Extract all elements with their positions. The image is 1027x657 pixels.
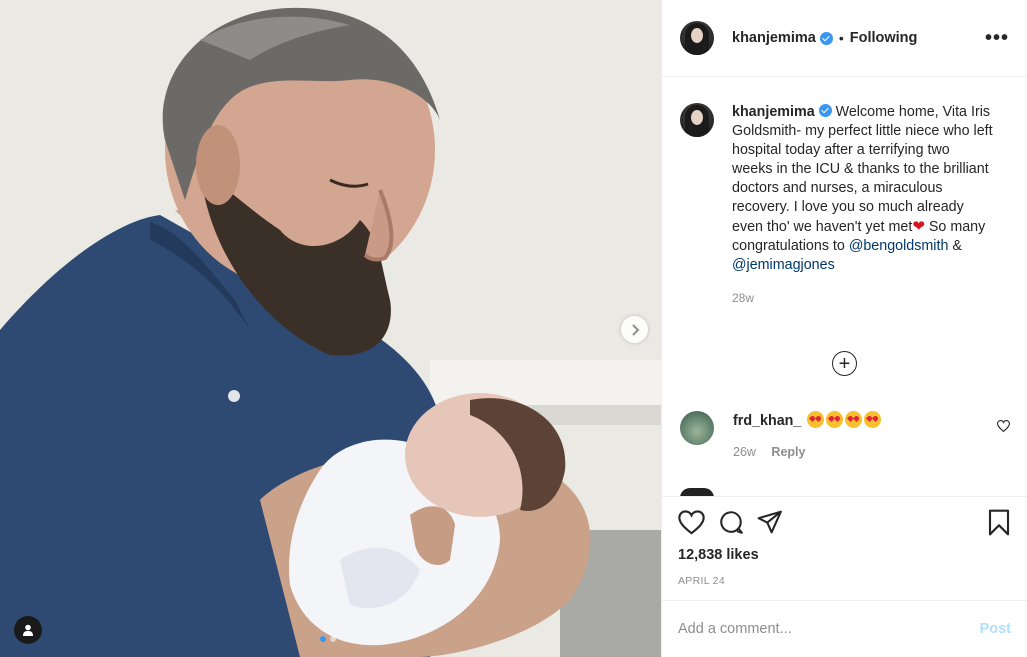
heart-eyes-emoji (826, 411, 844, 428)
post-date[interactable]: APRIL 24 (678, 575, 1011, 587)
caption-username[interactable]: khanjemima (732, 104, 815, 120)
author-username[interactable]: khanjemima (732, 30, 816, 46)
next-photo-button[interactable] (621, 316, 648, 343)
heart-emoji: ❤ (912, 218, 925, 235)
carousel-indicator (320, 636, 336, 642)
comment-body: frd_khan_ 26w Reply (733, 411, 882, 459)
author-avatar[interactable] (680, 21, 714, 55)
comment-timestamp[interactable]: 26w (733, 445, 756, 459)
caption-body: khanjemima Welcome home, Vita Iris Golds… (732, 103, 994, 308)
post-comment-button[interactable]: Post (980, 621, 1011, 637)
next-comment-avatar (680, 488, 714, 496)
following-button[interactable]: Following (850, 30, 918, 46)
comment-item: frd_khan_ 26w Reply (680, 411, 1011, 459)
caption-timestamp[interactable]: 28w (732, 289, 994, 308)
comment-icon (720, 511, 743, 534)
separator-dot: • (838, 30, 844, 46)
post-photo[interactable] (0, 0, 661, 657)
comments-section[interactable]: khanjemima Welcome home, Vita Iris Golds… (662, 78, 1027, 496)
heart-icon (996, 420, 1011, 433)
add-comment-bar: Post (662, 600, 1027, 657)
user-icon (23, 624, 33, 636)
likes-count[interactable]: 12,838 likes (678, 547, 1011, 563)
carousel-dot (320, 636, 326, 642)
post-image (0, 0, 661, 657)
mention-link[interactable]: @bengoldsmith (849, 238, 949, 254)
more-options-icon[interactable]: ••• (985, 28, 1009, 48)
mention-link[interactable]: @jemimagjones (732, 257, 835, 273)
post-panel: khanjemima • Following ••• khanjemima We… (661, 0, 1027, 657)
share-button[interactable] (757, 510, 783, 534)
verified-icon (819, 31, 833, 45)
caption-text: Welcome home, Vita Iris Goldsmith- my pe… (732, 104, 993, 235)
caption-text-3: & (948, 238, 962, 254)
post-actions: 12,838 likes APRIL 24 (662, 496, 1027, 587)
heart-eyes-emoji (807, 411, 825, 428)
caption-avatar[interactable] (680, 103, 714, 137)
load-more-comments-button[interactable]: + (832, 351, 857, 376)
action-bar (678, 497, 1011, 547)
reply-button[interactable]: Reply (771, 445, 805, 459)
paper-plane-icon (757, 510, 782, 534)
like-button[interactable] (678, 509, 705, 535)
comment-button[interactable] (718, 509, 744, 535)
save-button[interactable] (987, 509, 1011, 536)
carousel-dot (330, 636, 336, 642)
verified-icon (818, 104, 832, 117)
comment-like-button[interactable] (996, 419, 1011, 437)
comment-meta: 26w Reply (733, 445, 881, 459)
caption: khanjemima Welcome home, Vita Iris Golds… (662, 78, 1027, 308)
commenter-username[interactable]: frd_khan_ (733, 413, 801, 429)
bookmark-icon (988, 509, 1010, 535)
heart-icon (678, 509, 705, 535)
chevron-right-icon (631, 323, 639, 336)
comment-input[interactable] (678, 621, 980, 637)
commenter-avatar[interactable] (680, 411, 714, 445)
heart-eyes-emoji (845, 411, 863, 428)
plus-icon: + (838, 352, 851, 375)
tagged-users-button[interactable] (14, 616, 42, 644)
post-header: khanjemima • Following ••• (662, 0, 1027, 77)
heart-eyes-emoji (864, 411, 882, 428)
